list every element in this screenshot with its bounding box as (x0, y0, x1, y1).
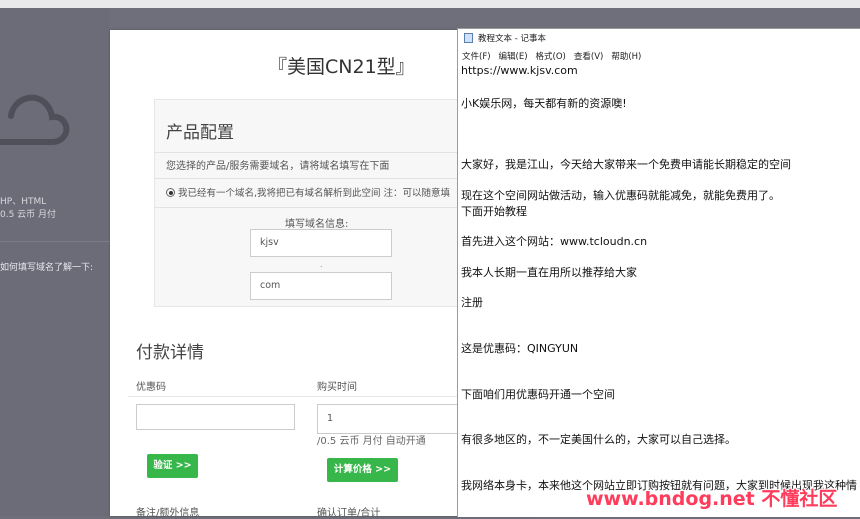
domain-name-input[interactable]: kjsv (250, 229, 392, 257)
existing-domain-radio[interactable]: 我已经有一个域名,我将把已有域名解析到此空间 注：可以随意填 (166, 185, 450, 199)
config-heading: 产品配置 (166, 123, 234, 143)
purchase-time-label: 购买时间 (317, 382, 357, 393)
notepad-menubar: 文件(F) 编辑(E) 格式(O) 查看(V) 帮助(H) (462, 50, 649, 62)
text-line: 下面开始教程 (461, 205, 527, 218)
domain-suffix-input[interactable]: com (250, 272, 392, 300)
product-title: 『美国CN21型』 (268, 56, 415, 78)
existing-domain-label: 我已经有一个域名,我将把已有域名解析到此空间 注：可以随意填 (178, 188, 451, 199)
cloud-icon (0, 94, 70, 145)
text-line: 大家好，我是江山，今天给大家带来一个免费申请能长期稳定的空间 (461, 158, 791, 171)
text-line: 小K娱乐网，每天都有新的资源噢! (461, 97, 627, 110)
coupon-input[interactable] (136, 404, 295, 430)
purchase-time-input[interactable]: 1 (317, 404, 462, 434)
text-line: 下面咱们用优惠码开通一个空间 (461, 388, 615, 401)
top-strip (0, 0, 860, 8)
left-divider (0, 241, 110, 242)
text-line: https://www.kjsv.com (461, 64, 578, 77)
menu-edit[interactable]: 编辑(E) (499, 52, 528, 62)
price-note: /0.5 云币 月付 自动开通 (317, 436, 426, 447)
verify-coupon-button[interactable]: 验证 >> (147, 454, 198, 478)
text-line: 我本人长期一直在用所以推荐给大家 (461, 266, 637, 279)
product-summary-line1: HP、HTML (0, 197, 47, 207)
payment-heading: 付款详情 (136, 343, 204, 363)
menu-file[interactable]: 文件(F) (462, 52, 491, 62)
divider (155, 207, 485, 208)
left-panel: HP、HTML 0.5 云币 月付 如何填写域名了解一下: (0, 8, 110, 516)
site-watermark: www.bndog.net 不懂社区 (586, 488, 838, 510)
domain-info-label: 填写域名信息: (285, 219, 349, 230)
text-line: 注册 (461, 296, 483, 309)
menu-view[interactable]: 查看(V) (574, 52, 603, 62)
radio-selected-icon[interactable] (166, 188, 175, 197)
notepad-icon (464, 33, 473, 43)
menu-help[interactable]: 帮助(H) (611, 52, 641, 62)
text-line: 现在这个空间网站做活动，输入优惠码就能减免，就能免费用了。 (461, 189, 780, 202)
domain-dot-separator: . (320, 260, 323, 269)
notepad-window: 教程文本 - 记事本 文件(F) 编辑(E) 格式(O) 查看(V) 帮助(H) htt… (457, 28, 860, 517)
text-line: 这是优惠码：QINGYUN (461, 342, 579, 355)
text-line: 有很多地区的，不一定美国什么的，大家可以自己选择。 (461, 433, 736, 446)
menu-format[interactable]: 格式(O) (536, 52, 566, 62)
text-line: 首先进入这个网站：www.tcloudn.cn (461, 235, 648, 248)
calculate-price-button[interactable]: 计算价格 >> (327, 458, 398, 482)
confirm-order-label: 确认订单/合计 (317, 508, 381, 519)
notepad-titlebar[interactable]: 教程文本 - 记事本 (458, 29, 860, 47)
notepad-title: 教程文本 - 记事本 (478, 34, 546, 44)
config-description: 您选择的产品/服务需要域名，请将域名填写在下面 (166, 161, 390, 172)
product-summary-line2: 0.5 云币 月付 (0, 210, 57, 220)
notes-label: 备注/额外信息 (136, 508, 200, 519)
domain-help-link[interactable]: 如何填写域名了解一下: (0, 260, 93, 273)
coupon-label: 优惠码 (136, 382, 166, 393)
divider (155, 178, 485, 179)
product-config-section: 产品配置 您选择的产品/服务需要域名，请将域名填写在下面 我已经有一个域名,我将… (154, 99, 486, 307)
divider (155, 152, 485, 153)
notepad-text-area[interactable]: https://www.kjsv.com 小K娱乐网，每天都有新的资源噢! 大家… (461, 64, 859, 516)
